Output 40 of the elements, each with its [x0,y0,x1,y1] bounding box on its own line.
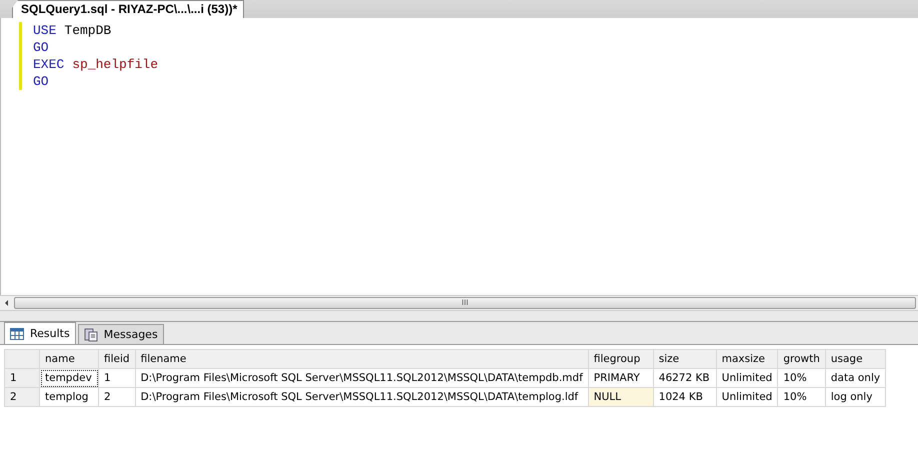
code-token: USE [33,22,56,39]
code-token: TempDB [64,22,112,39]
grid-icon [10,328,24,340]
column-header[interactable]: size [653,350,716,368]
table-cell: log only [825,388,886,406]
table-cell: D:\Program Files\Microsoft SQL Server\MSSQL11.SQL2012\MSSQL\DATA\templog.ldf [135,388,588,406]
code-token: EXEC [33,56,64,73]
row-number[interactable]: 2 [4,388,40,406]
table-cell: 1024 KB [653,388,716,406]
table-cell: D:\Program Files\Microsoft SQL Server\MSSQL11.SQL2012\MSSQL\DATA\tempdb.mdf [135,368,588,388]
table-cell: NULL [588,388,654,406]
table-cell: tempdev [40,368,98,388]
code-editor[interactable]: USE TempDB GO EXEC sp_helpfile GO [21,18,158,295]
column-header[interactable]: fileid [98,350,136,368]
table-cell: 10% [778,368,826,388]
table-cell: data only [825,368,886,388]
column-header[interactable]: filename [135,350,588,368]
table-cell: 2 [98,388,136,406]
code-token: GO [33,73,49,90]
result-tab[interactable]: Results [4,322,76,344]
column-header[interactable]: maxsize [716,350,778,368]
column-header[interactable]: growth [778,350,826,368]
code-token: GO [33,39,49,56]
table-cell: 1 [98,368,136,388]
corner-cell [4,350,40,368]
column-header[interactable]: usage [825,350,886,368]
row-number[interactable]: 1 [4,368,40,388]
document-tab[interactable]: SQLQuery1.sql - RIYAZ-PC\...\...i (53))* [12,0,244,18]
scrollbar-thumb[interactable]: III [14,297,916,309]
change-marker [19,22,22,90]
table-cell: Unlimited [716,368,778,388]
result-tab[interactable]: Messages [78,324,164,344]
table-cell: templog [40,388,98,406]
table-cell: 10% [778,388,826,406]
table-cell: 46272 KB [653,368,716,388]
column-header[interactable]: filegroup [588,350,654,368]
document-icon [84,328,98,342]
table-cell: Unlimited [716,388,778,406]
column-header[interactable]: name [40,350,98,368]
code-token: sp_helpfile [72,56,158,73]
